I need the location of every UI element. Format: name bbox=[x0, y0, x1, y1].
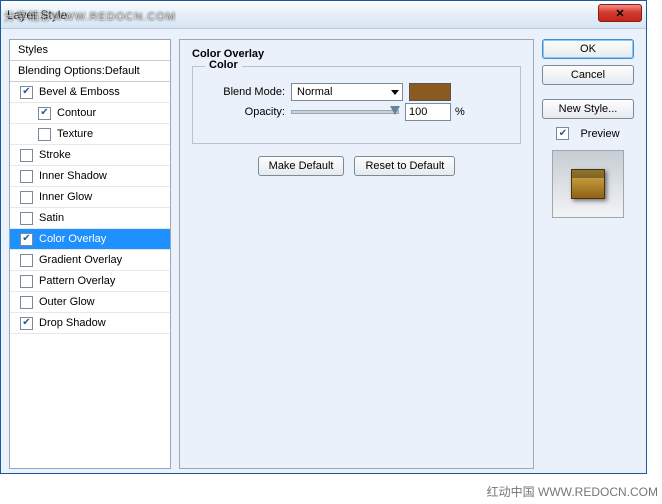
opacity-label: Opacity: bbox=[205, 106, 285, 118]
content-area: Styles Blending Options:Default Bevel & … bbox=[1, 29, 646, 479]
make-default-button[interactable]: Make Default bbox=[258, 156, 345, 176]
close-icon: ✕ bbox=[615, 7, 624, 20]
color-swatch[interactable] bbox=[409, 83, 451, 101]
blending-options[interactable]: Blending Options:Default bbox=[10, 61, 170, 82]
style-inner-shadow[interactable]: Inner Shadow bbox=[10, 166, 170, 187]
style-pattern-overlay[interactable]: Pattern Overlay bbox=[10, 271, 170, 292]
opacity-input[interactable] bbox=[405, 103, 451, 121]
checkbox[interactable] bbox=[20, 254, 33, 267]
blend-mode-label: Blend Mode: bbox=[205, 86, 285, 98]
group-legend: Color bbox=[205, 59, 242, 71]
checkbox[interactable] bbox=[20, 149, 33, 162]
preview-toggle[interactable]: Preview bbox=[542, 127, 634, 140]
blend-mode-row: Blend Mode: Normal bbox=[205, 83, 508, 101]
opacity-suffix: % bbox=[455, 106, 465, 118]
style-bevel-emboss[interactable]: Bevel & Emboss bbox=[10, 82, 170, 103]
preview-label: Preview bbox=[580, 128, 619, 140]
checkbox[interactable] bbox=[20, 296, 33, 309]
opacity-slider[interactable] bbox=[291, 110, 399, 114]
style-gradient-overlay[interactable]: Gradient Overlay bbox=[10, 250, 170, 271]
style-contour[interactable]: Contour bbox=[10, 103, 170, 124]
reset-default-button[interactable]: Reset to Default bbox=[354, 156, 455, 176]
right-buttons: OK Cancel New Style... Preview bbox=[542, 39, 634, 469]
ok-button[interactable]: OK bbox=[542, 39, 634, 59]
opacity-row: Opacity: % bbox=[205, 103, 508, 121]
checkbox[interactable] bbox=[20, 86, 33, 99]
slider-thumb[interactable] bbox=[390, 106, 400, 115]
checkbox[interactable] bbox=[20, 191, 33, 204]
cancel-button[interactable]: Cancel bbox=[542, 65, 634, 85]
style-satin[interactable]: Satin bbox=[10, 208, 170, 229]
checkbox[interactable] bbox=[38, 128, 51, 141]
new-style-button[interactable]: New Style... bbox=[542, 99, 634, 119]
color-group: Color Blend Mode: Normal Opacity: % bbox=[192, 66, 521, 144]
checkbox[interactable] bbox=[556, 127, 569, 140]
style-stroke[interactable]: Stroke bbox=[10, 145, 170, 166]
styles-header[interactable]: Styles bbox=[10, 40, 170, 61]
styles-list: Styles Blending Options:Default Bevel & … bbox=[9, 39, 171, 469]
layer-style-dialog: Layer Style 分享精彩WWW.REDOCN.COM ✕ Styles … bbox=[0, 0, 647, 474]
preview-cube-icon bbox=[571, 169, 605, 199]
settings-panel: Color Overlay Color Blend Mode: Normal O… bbox=[179, 39, 534, 469]
checkbox[interactable] bbox=[20, 233, 33, 246]
checkbox[interactable] bbox=[20, 275, 33, 288]
style-texture[interactable]: Texture bbox=[10, 124, 170, 145]
blend-mode-select[interactable]: Normal bbox=[291, 83, 403, 101]
watermark-bottom: 红动中国 WWW.REDOCN.COM bbox=[487, 483, 658, 500]
checkbox[interactable] bbox=[38, 107, 51, 120]
titlebar[interactable]: Layer Style 分享精彩WWW.REDOCN.COM ✕ bbox=[1, 1, 646, 29]
watermark-top: 分享精彩WWW.REDOCN.COM bbox=[4, 8, 176, 24]
default-buttons: Make Default Reset to Default bbox=[192, 156, 521, 176]
style-color-overlay[interactable]: Color Overlay bbox=[10, 229, 170, 250]
preview-thumbnail bbox=[552, 150, 624, 218]
checkbox[interactable] bbox=[20, 170, 33, 183]
style-inner-glow[interactable]: Inner Glow bbox=[10, 187, 170, 208]
checkbox[interactable] bbox=[20, 317, 33, 330]
close-button[interactable]: ✕ bbox=[598, 4, 642, 22]
blend-mode-value: Normal bbox=[297, 86, 332, 98]
chevron-down-icon bbox=[391, 90, 399, 95]
style-drop-shadow[interactable]: Drop Shadow bbox=[10, 313, 170, 334]
checkbox[interactable] bbox=[20, 212, 33, 225]
style-outer-glow[interactable]: Outer Glow bbox=[10, 292, 170, 313]
